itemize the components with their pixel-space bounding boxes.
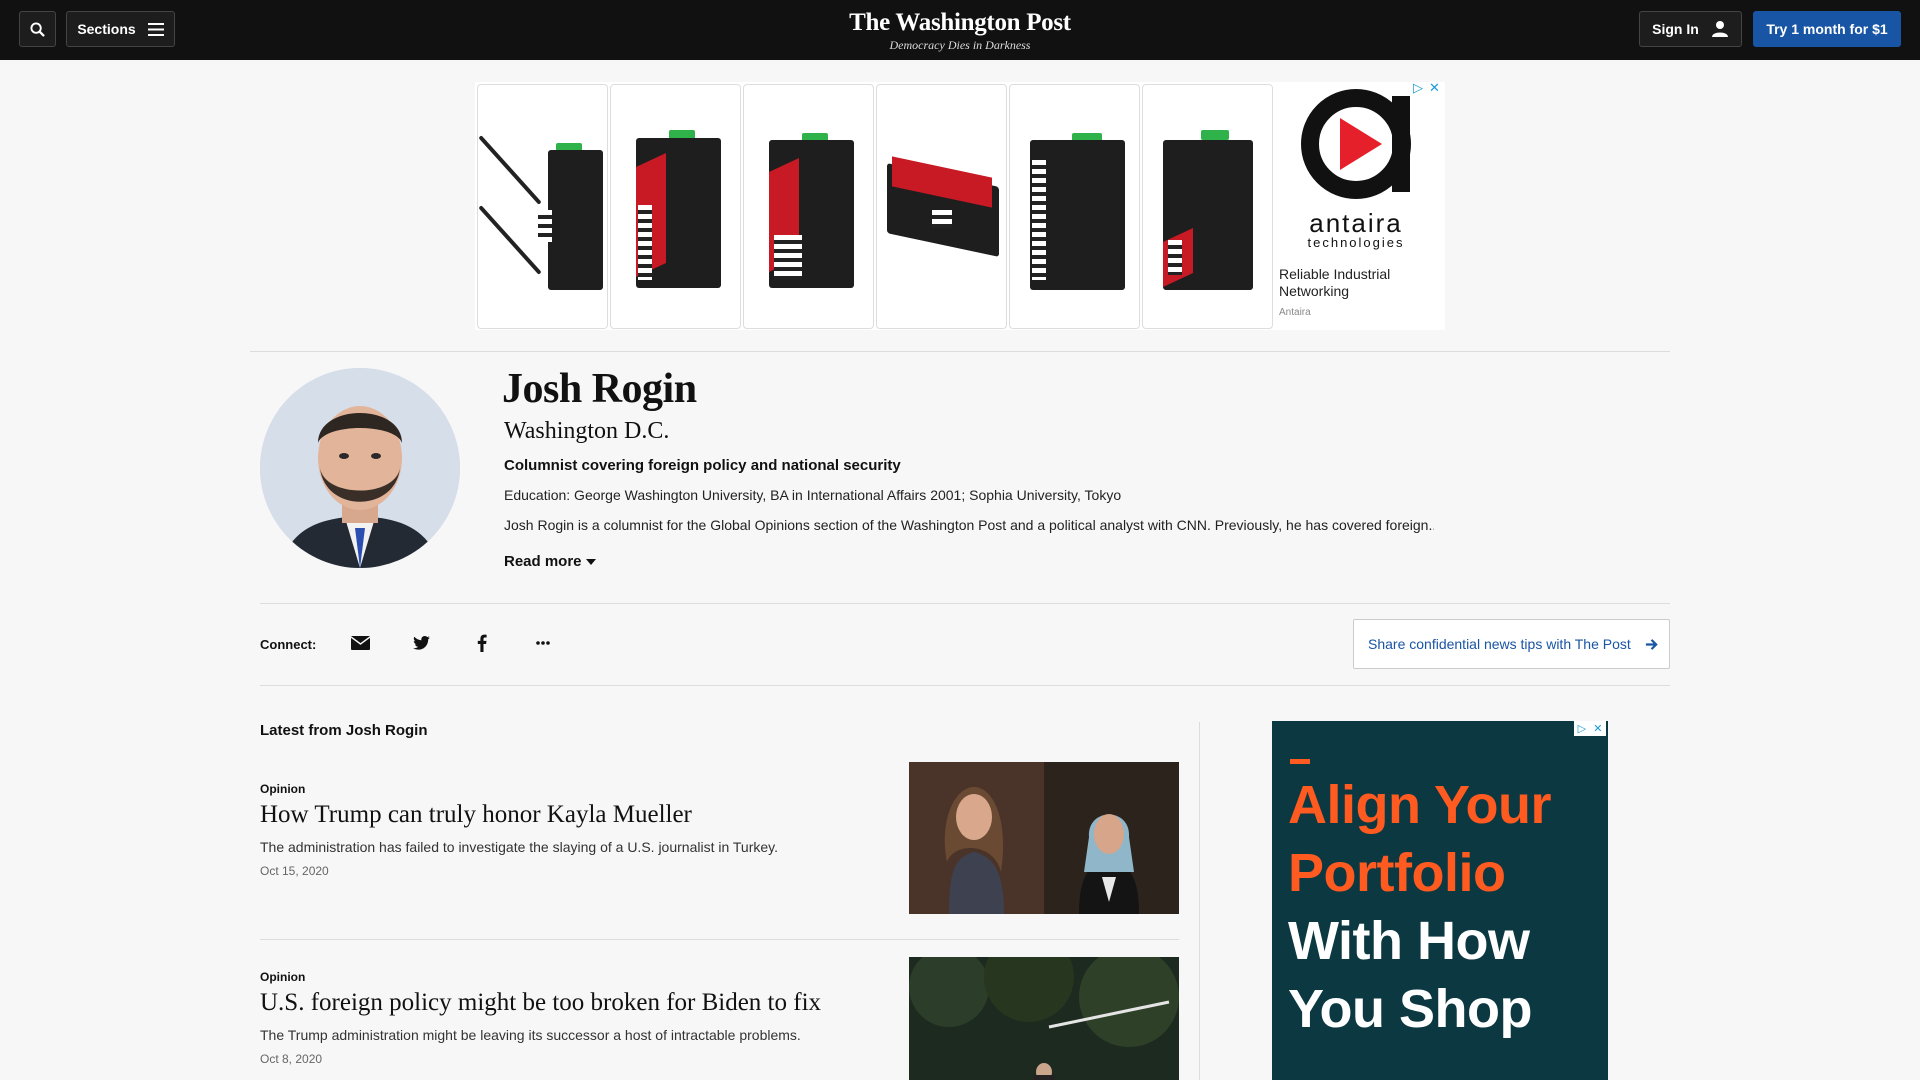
- more-options-button[interactable]: [532, 632, 554, 654]
- twitter-icon: [412, 636, 430, 650]
- article-kicker: Opinion: [260, 970, 306, 984]
- facebook-icon: [477, 634, 487, 652]
- column-divider: [1199, 722, 1200, 1080]
- ad-product-tile[interactable]: [1009, 84, 1140, 329]
- more-icon: [536, 641, 550, 645]
- caret-down-icon: [585, 558, 596, 565]
- subscribe-trial-button[interactable]: Try 1 month for $1: [1753, 11, 1901, 47]
- author-role: Columnist covering foreign policy and na…: [504, 457, 901, 474]
- ad-product-tile[interactable]: [1142, 84, 1273, 329]
- connect-label: Connect:: [260, 637, 317, 652]
- ad-line: With How: [1288, 911, 1530, 971]
- read-more-label: Read more: [504, 553, 582, 570]
- article-date: Oct 8, 2020: [260, 1052, 323, 1066]
- ad-line: You Shop: [1288, 979, 1532, 1039]
- article-blurb: The Trump administration might be leavin…: [260, 1027, 801, 1043]
- ad-brand-sub: technologies: [1307, 235, 1405, 250]
- trial-label: Try 1 month for $1: [1766, 21, 1888, 37]
- top-navigation-bar: Sections The Washington Post Democracy D…: [0, 0, 1920, 60]
- sign-in-label: Sign In: [1652, 21, 1699, 37]
- author-avatar: [260, 368, 460, 568]
- site-logo[interactable]: The Washington Post Democracy Dies in Da…: [0, 8, 1920, 52]
- ad-brand-name: antaira: [1309, 208, 1403, 238]
- article-date: Oct 15, 2020: [260, 864, 329, 878]
- ad-product-tile[interactable]: [477, 84, 608, 329]
- article-headline[interactable]: U.S. foreign policy might be too broken …: [260, 989, 821, 1017]
- twitter-link[interactable]: [410, 632, 432, 654]
- close-ad-icon[interactable]: ✕: [1429, 80, 1440, 96]
- ad-accent-dash: [1290, 759, 1310, 764]
- ad-product-tile[interactable]: [743, 84, 874, 329]
- author-education: Education: George Washington University,…: [504, 487, 1122, 503]
- read-more-button[interactable]: Read more: [504, 553, 596, 570]
- article-thumbnail[interactable]: [909, 957, 1179, 1080]
- news-tips-button[interactable]: Share confidential news tips with The Po…: [1353, 619, 1670, 669]
- antaira-logo-icon: [1301, 89, 1411, 199]
- email-share-link[interactable]: [349, 632, 371, 654]
- ad-line: Align Your: [1288, 775, 1552, 835]
- email-icon: [350, 636, 370, 650]
- sign-in-button[interactable]: Sign In: [1639, 11, 1742, 47]
- arrow-right-icon: [1645, 638, 1658, 650]
- author-name: Josh Rogin: [502, 366, 697, 412]
- divider: [260, 685, 1670, 686]
- article-headline[interactable]: How Trump can truly honor Kayla Mueller: [260, 801, 692, 829]
- divider: [260, 939, 1179, 940]
- news-tips-label: Share confidential news tips with The Po…: [1368, 636, 1631, 652]
- logo-wordmark: The Washington Post: [849, 9, 1071, 36]
- facebook-link[interactable]: [471, 632, 493, 654]
- ad-product-tile[interactable]: [610, 84, 741, 329]
- ad-headline[interactable]: Reliable Industrial Networking: [1279, 266, 1429, 300]
- article-kicker: Opinion: [260, 782, 306, 796]
- sidebar-ad[interactable]: ▷ ✕ Align Your Portfolio With How You Sho…: [1272, 721, 1608, 1080]
- author-bio: Josh Rogin is a columnist for the Global…: [504, 517, 1434, 533]
- user-icon: [1711, 21, 1728, 37]
- ad-advertiser: Antaira: [1279, 307, 1311, 318]
- divider: [260, 603, 1670, 604]
- divider: [250, 351, 1670, 352]
- close-ad-icon: ✕: [1593, 723, 1603, 735]
- ad-line: Portfolio: [1288, 843, 1506, 903]
- author-location: Washington D.C.: [504, 418, 670, 444]
- ad-product-tile[interactable]: [876, 84, 1007, 329]
- article-thumbnail[interactable]: [909, 762, 1179, 914]
- logo-tagline: Democracy Dies in Darkness: [889, 38, 1031, 52]
- article-blurb: The administration has failed to investi…: [260, 839, 779, 855]
- latest-section-title: Latest from Josh Rogin: [260, 722, 428, 739]
- adchoices-icon[interactable]: ▷ ✕: [1574, 721, 1606, 736]
- adchoices-icon[interactable]: ▷: [1413, 80, 1423, 96]
